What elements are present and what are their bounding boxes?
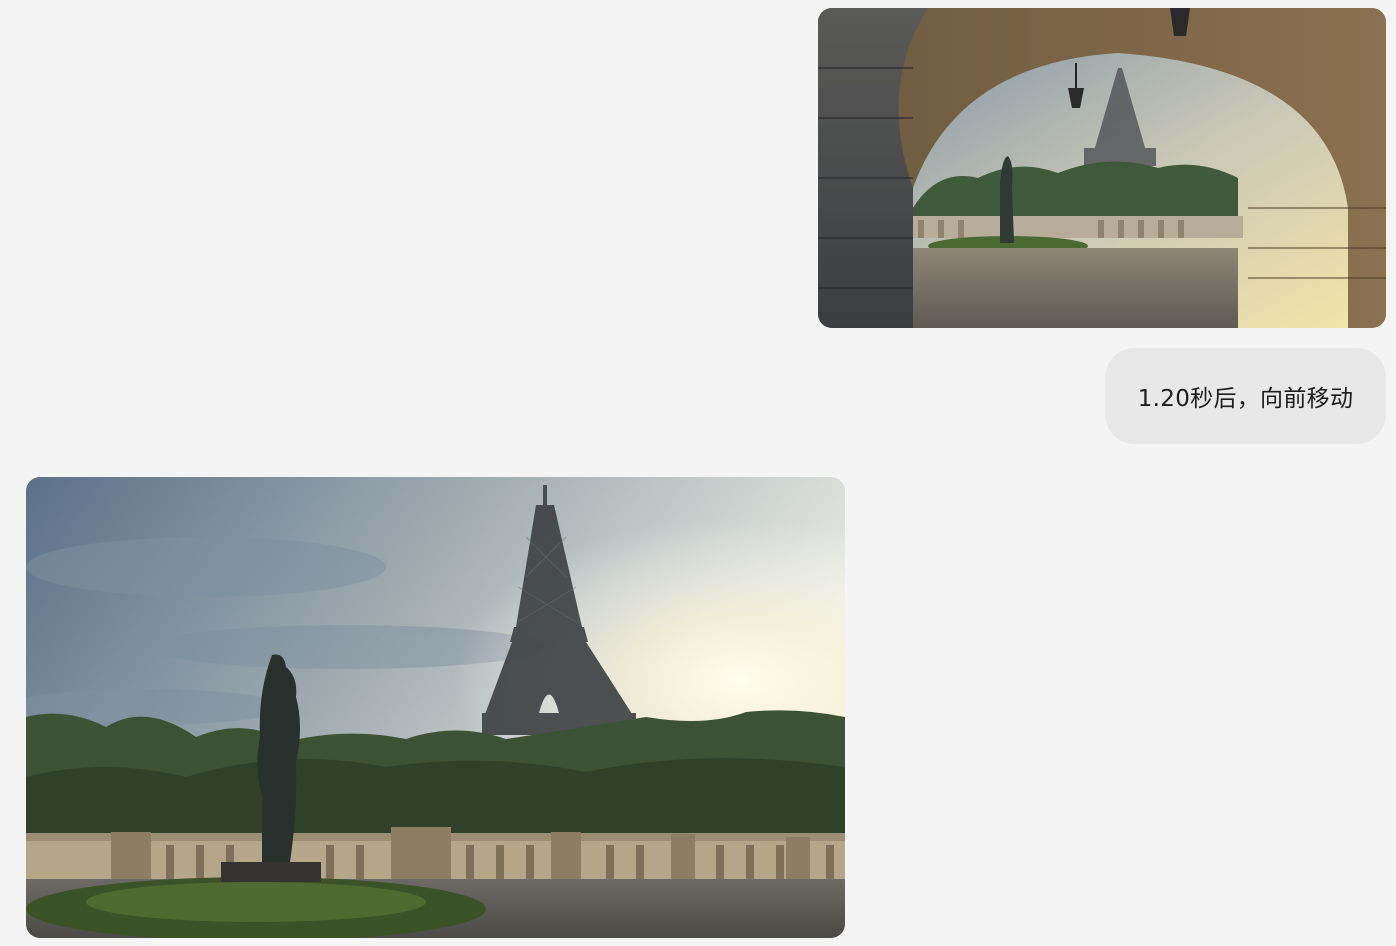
assistant-message-image[interactable]: [26, 477, 845, 938]
forward-eiffel-photo: [26, 477, 845, 938]
user-message-image[interactable]: [818, 8, 1386, 328]
user-message-bubble: 1.20秒后，向前移动: [1105, 348, 1386, 444]
chat-thread: 1.20秒后，向前移动: [0, 0, 1396, 946]
arch-eiffel-photo: [818, 8, 1386, 328]
user-message-text: 1.20秒后，向前移动: [1137, 386, 1354, 412]
